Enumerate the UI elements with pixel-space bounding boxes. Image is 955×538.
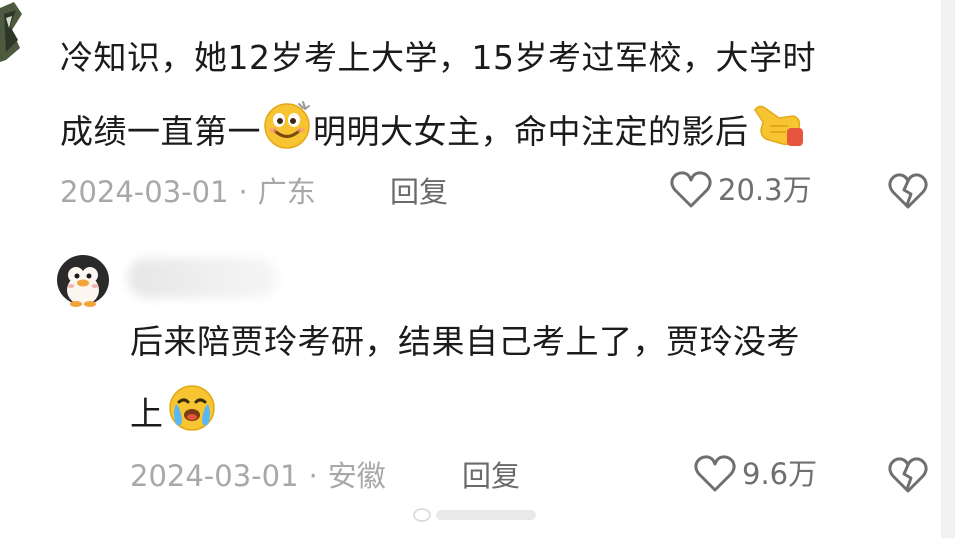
reply-button[interactable]: 回复 — [462, 456, 520, 496]
comment-text-segment: 明明大女主，命中注定的影后 — [313, 112, 749, 151]
grinning-face-emoji — [261, 98, 313, 163]
comment-text-line: 上 — [130, 385, 220, 445]
like-button[interactable]: 9.6万 — [694, 454, 817, 494]
comment-meta: 2024-03-01 · 安徽 — [130, 456, 386, 496]
watermark-logo — [413, 508, 536, 522]
dislike-button[interactable] — [888, 172, 928, 214]
comment-location: 广东 — [257, 175, 316, 209]
scrollbar-track[interactable] — [941, 0, 955, 538]
avatar-image — [0, 0, 28, 62]
comment-location: 安徽 — [327, 459, 386, 493]
comment-date: 2024-03-01 — [60, 175, 229, 209]
heart-outline-icon — [670, 171, 712, 208]
crying-face-emoji — [164, 380, 220, 445]
separator-dot: · — [238, 175, 248, 209]
avatar[interactable] — [0, 0, 28, 62]
comment-text-line: 后来陪贾玲考研，结果自己考上了，贾玲没考 — [130, 322, 800, 361]
watermark — [412, 500, 544, 530]
comment-text-segment: 上 — [130, 394, 164, 433]
like-count: 9.6万 — [742, 457, 818, 491]
dislike-button[interactable] — [888, 456, 928, 498]
heart-outline-icon — [694, 455, 736, 492]
comment-meta: 2024-03-01 · 广东 — [60, 172, 316, 212]
broken-heart-icon — [888, 173, 928, 209]
comment-text-line: 成绩一直第一 明明大女主，命中注定的影后 — [60, 101, 805, 163]
redacted-username[interactable] — [128, 258, 278, 298]
comment-text-segment: 成绩一直第一 — [60, 112, 261, 151]
broken-heart-icon — [888, 457, 928, 493]
avatar[interactable] — [54, 250, 112, 308]
penguin-avatar-image — [54, 250, 112, 308]
reply-button[interactable]: 回复 — [390, 172, 448, 212]
comment-text-line: 冷知识，她12岁考上大学，15岁考过军校，大学时 — [60, 38, 816, 77]
separator-dot: · — [308, 459, 318, 493]
like-count: 20.3万 — [718, 173, 812, 207]
comment-date: 2024-03-01 — [130, 459, 299, 493]
like-button[interactable]: 20.3万 — [670, 170, 812, 210]
comment-thread: 冷知识，她12岁考上大学，15岁考过军校，大学时 成绩一直第一 明明大女主，命中… — [0, 0, 955, 538]
pointing-hand-emoji — [749, 98, 805, 163]
